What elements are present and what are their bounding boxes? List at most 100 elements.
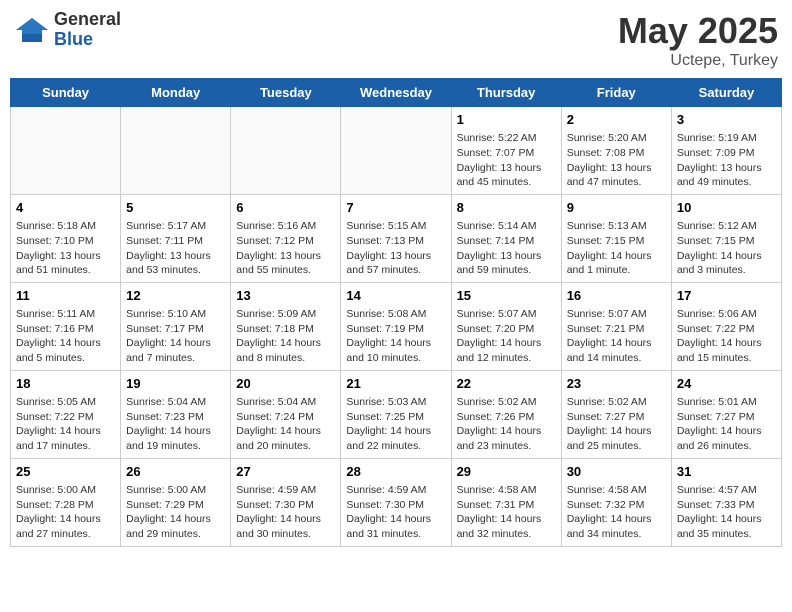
day-number: 21: [346, 375, 445, 393]
logo-general-text: General: [54, 10, 121, 30]
calendar-title: May 2025: [618, 10, 778, 52]
day-number: 31: [677, 463, 776, 481]
calendar-body: 1Sunrise: 5:22 AMSunset: 7:07 PMDaylight…: [11, 107, 782, 547]
column-header-wednesday: Wednesday: [341, 79, 451, 107]
day-number: 5: [126, 199, 225, 217]
day-number: 15: [457, 287, 556, 305]
day-number: 3: [677, 111, 776, 129]
day-number: 19: [126, 375, 225, 393]
day-info: Sunrise: 5:12 AMSunset: 7:15 PMDaylight:…: [677, 219, 776, 278]
day-info: Sunrise: 5:17 AMSunset: 7:11 PMDaylight:…: [126, 219, 225, 278]
column-header-thursday: Thursday: [451, 79, 561, 107]
day-info: Sunrise: 5:02 AMSunset: 7:26 PMDaylight:…: [457, 395, 556, 454]
day-info: Sunrise: 5:11 AMSunset: 7:16 PMDaylight:…: [16, 307, 115, 366]
day-number: 26: [126, 463, 225, 481]
calendar-cell: 7 Sunrise: 5:15 AMSunset: 7:13 PMDaylight…: [341, 194, 451, 282]
calendar-cell: 21 Sunrise: 5:03 AMSunset: 7:25 PMDayligh…: [341, 370, 451, 458]
day-info: Sunrise: 5:01 AMSunset: 7:27 PMDaylight:…: [677, 395, 776, 454]
day-number: 22: [457, 375, 556, 393]
calendar-cell: 14Sunrise: 5:08 AMSunset: 7:19 PMDayligh…: [341, 282, 451, 370]
day-number: 11: [16, 287, 115, 305]
calendar-cell: 31 Sunrise: 4:57 AMSunset: 7:33 PMDayligh…: [671, 458, 781, 546]
day-info: Sunrise: 4:59 AMSunset: 7:30 PMDaylight:…: [236, 483, 335, 542]
column-header-saturday: Saturday: [671, 79, 781, 107]
day-number: 28: [346, 463, 445, 481]
day-info: Sunrise: 5:15 AMSunset: 7:13 PMDaylight:…: [346, 219, 445, 278]
day-info: Sunrise: 5:05 AMSunset: 7:22 PMDaylight:…: [16, 395, 115, 454]
calendar-cell: 8Sunrise: 5:14 AMSunset: 7:14 PMDaylight…: [451, 194, 561, 282]
calendar-cell: 25Sunrise: 5:00 AMSunset: 7:28 PMDayligh…: [11, 458, 121, 546]
calendar-cell: [121, 107, 231, 195]
calendar-week-4: 18 Sunrise: 5:05 AMSunset: 7:22 PMDayligh…: [11, 370, 782, 458]
column-header-friday: Friday: [561, 79, 671, 107]
calendar-cell: 28 Sunrise: 4:59 AMSunset: 7:30 PMDayligh…: [341, 458, 451, 546]
title-block: May 2025 Uctepe, Turkey: [618, 10, 778, 70]
calendar-cell: 9Sunrise: 5:13 AMSunset: 7:15 PMDaylight…: [561, 194, 671, 282]
day-number: 27: [236, 463, 335, 481]
calendar-cell: 20Sunrise: 5:04 AMSunset: 7:24 PMDayligh…: [231, 370, 341, 458]
calendar-cell: 2 Sunrise: 5:20 AMSunset: 7:08 PMDaylight…: [561, 107, 671, 195]
logo-blue-text: Blue: [54, 30, 121, 50]
day-info: Sunrise: 4:57 AMSunset: 7:33 PMDaylight:…: [677, 483, 776, 542]
day-number: 17: [677, 287, 776, 305]
calendar-week-2: 4Sunrise: 5:18 AMSunset: 7:10 PMDaylight…: [11, 194, 782, 282]
day-number: 13: [236, 287, 335, 305]
day-number: 16: [567, 287, 666, 305]
calendar-cell: 30 Sunrise: 4:58 AMSunset: 7:32 PMDayligh…: [561, 458, 671, 546]
day-number: 14: [346, 287, 445, 305]
day-info: Sunrise: 5:16 AMSunset: 7:12 PMDaylight:…: [236, 219, 335, 278]
calendar-cell: 16 Sunrise: 5:07 AMSunset: 7:21 PMDayligh…: [561, 282, 671, 370]
calendar-cell: [11, 107, 121, 195]
day-info: Sunrise: 5:22 AMSunset: 7:07 PMDaylight:…: [457, 131, 556, 190]
calendar-cell: 5 Sunrise: 5:17 AMSunset: 7:11 PMDaylight…: [121, 194, 231, 282]
day-info: Sunrise: 5:04 AMSunset: 7:24 PMDaylight:…: [236, 395, 335, 454]
day-number: 30: [567, 463, 666, 481]
column-header-sunday: Sunday: [11, 79, 121, 107]
day-number: 12: [126, 287, 225, 305]
calendar-cell: 6Sunrise: 5:16 AMSunset: 7:12 PMDaylight…: [231, 194, 341, 282]
calendar-cell: 12 Sunrise: 5:10 AMSunset: 7:17 PMDayligh…: [121, 282, 231, 370]
calendar-cell: 26 Sunrise: 5:00 AMSunset: 7:29 PMDayligh…: [121, 458, 231, 546]
day-number: 18: [16, 375, 115, 393]
day-info: Sunrise: 5:04 AMSunset: 7:23 PMDaylight:…: [126, 395, 225, 454]
calendar-cell: [231, 107, 341, 195]
calendar-cell: 22 Sunrise: 5:02 AMSunset: 7:26 PMDayligh…: [451, 370, 561, 458]
calendar-cell: 17 Sunrise: 5:06 AMSunset: 7:22 PMDayligh…: [671, 282, 781, 370]
day-info: Sunrise: 5:06 AMSunset: 7:22 PMDaylight:…: [677, 307, 776, 366]
calendar-cell: 18 Sunrise: 5:05 AMSunset: 7:22 PMDayligh…: [11, 370, 121, 458]
calendar-cell: [341, 107, 451, 195]
column-header-monday: Monday: [121, 79, 231, 107]
day-info: Sunrise: 5:07 AMSunset: 7:20 PMDaylight:…: [457, 307, 556, 366]
calendar-header: SundayMondayTuesdayWednesdayThursdayFrid…: [11, 79, 782, 107]
day-info: Sunrise: 5:19 AMSunset: 7:09 PMDaylight:…: [677, 131, 776, 190]
page-header: General Blue May 2025 Uctepe, Turkey: [10, 10, 782, 70]
day-info: Sunrise: 5:07 AMSunset: 7:21 PMDaylight:…: [567, 307, 666, 366]
calendar-cell: 19 Sunrise: 5:04 AMSunset: 7:23 PMDayligh…: [121, 370, 231, 458]
day-info: Sunrise: 5:03 AMSunset: 7:25 PMDaylight:…: [346, 395, 445, 454]
calendar-cell: 11 Sunrise: 5:11 AMSunset: 7:16 PMDayligh…: [11, 282, 121, 370]
calendar-cell: 3 Sunrise: 5:19 AMSunset: 7:09 PMDaylight…: [671, 107, 781, 195]
logo: General Blue: [14, 10, 121, 50]
calendar-table: SundayMondayTuesdayWednesdayThursdayFrid…: [10, 78, 782, 547]
day-number: 29: [457, 463, 556, 481]
day-info: Sunrise: 5:18 AMSunset: 7:10 PMDaylight:…: [16, 219, 115, 278]
day-number: 10: [677, 199, 776, 217]
calendar-week-3: 11 Sunrise: 5:11 AMSunset: 7:16 PMDayligh…: [11, 282, 782, 370]
calendar-cell: 24 Sunrise: 5:01 AMSunset: 7:27 PMDayligh…: [671, 370, 781, 458]
day-number: 24: [677, 375, 776, 393]
column-header-tuesday: Tuesday: [231, 79, 341, 107]
day-info: Sunrise: 4:59 AMSunset: 7:30 PMDaylight:…: [346, 483, 445, 542]
calendar-week-5: 25Sunrise: 5:00 AMSunset: 7:28 PMDayligh…: [11, 458, 782, 546]
day-info: Sunrise: 5:14 AMSunset: 7:14 PMDaylight:…: [457, 219, 556, 278]
day-info: Sunrise: 5:00 AMSunset: 7:29 PMDaylight:…: [126, 483, 225, 542]
day-info: Sunrise: 5:20 AMSunset: 7:08 PMDaylight:…: [567, 131, 666, 190]
day-info: Sunrise: 5:10 AMSunset: 7:17 PMDaylight:…: [126, 307, 225, 366]
calendar-cell: 23Sunrise: 5:02 AMSunset: 7:27 PMDayligh…: [561, 370, 671, 458]
day-info: Sunrise: 4:58 AMSunset: 7:32 PMDaylight:…: [567, 483, 666, 542]
calendar-cell: 27 Sunrise: 4:59 AMSunset: 7:30 PMDayligh…: [231, 458, 341, 546]
day-number: 2: [567, 111, 666, 129]
day-info: Sunrise: 5:02 AMSunset: 7:27 PMDaylight:…: [567, 395, 666, 454]
day-number: 7: [346, 199, 445, 217]
calendar-cell: 1Sunrise: 5:22 AMSunset: 7:07 PMDaylight…: [451, 107, 561, 195]
calendar-cell: 15 Sunrise: 5:07 AMSunset: 7:20 PMDayligh…: [451, 282, 561, 370]
